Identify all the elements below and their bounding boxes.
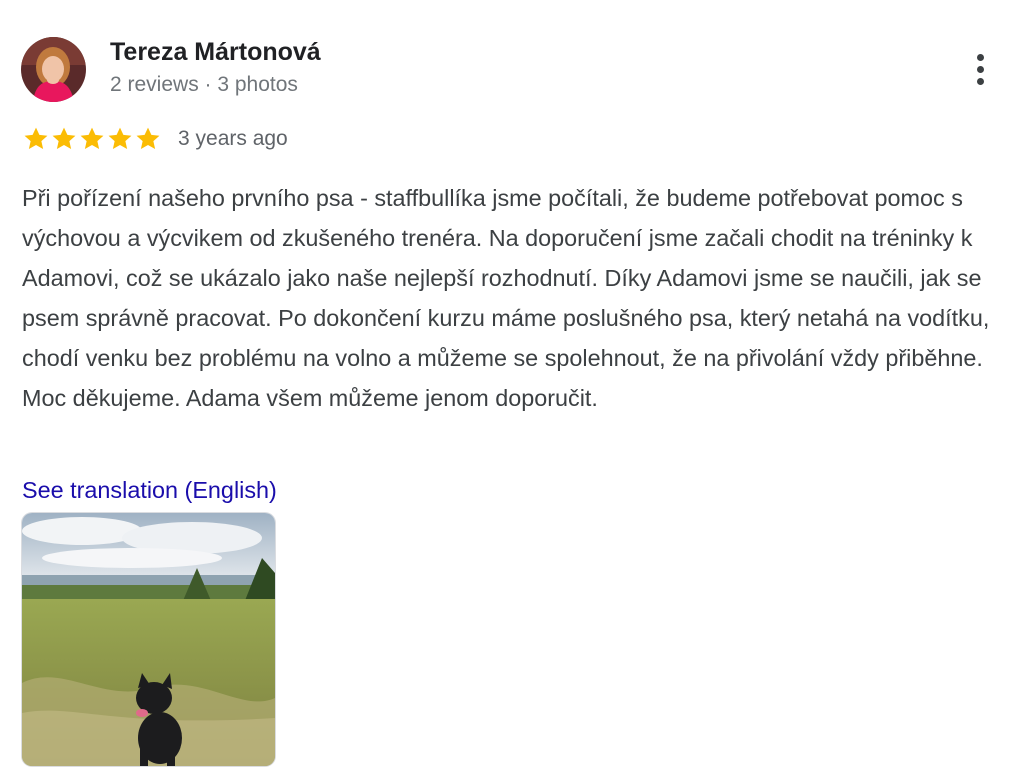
review-card: Tereza Mártonová 2 reviews · 3 photos 3 … xyxy=(0,0,1034,784)
see-translation-link[interactable]: See translation (English) xyxy=(22,477,277,504)
author-meta: 2 reviews · 3 photos xyxy=(110,73,298,96)
star-icon xyxy=(52,127,76,150)
rating-row: 3 years ago xyxy=(22,124,288,154)
star-icon xyxy=(80,127,104,150)
avatar-photo-icon xyxy=(21,37,86,102)
more-options-button[interactable] xyxy=(962,48,998,90)
review-photo[interactable] xyxy=(22,513,275,766)
star-icon xyxy=(24,127,48,150)
author-avatar[interactable] xyxy=(21,37,86,102)
star-icon xyxy=(108,127,132,150)
review-text: Při pořízení našeho prvního psa - staffb… xyxy=(22,185,990,411)
more-vert-icon xyxy=(976,53,984,61)
star-rating xyxy=(22,125,162,153)
star-icon xyxy=(136,127,160,150)
dog-photo-icon xyxy=(22,513,275,766)
author-name[interactable]: Tereza Mártonová xyxy=(110,38,321,67)
review-date: 3 years ago xyxy=(178,127,288,150)
